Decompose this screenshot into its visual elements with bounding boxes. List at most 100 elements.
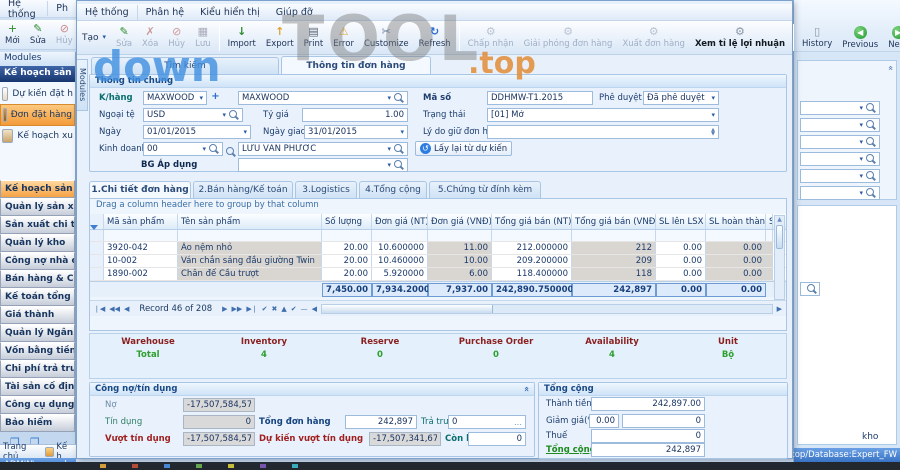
tab-chung-tu[interactable]: 5.Chứng từ đính kèm [429,181,541,198]
spinner-icon[interactable]: ▲▼ [711,128,715,136]
bg-edit-button[interactable]: ✎Sửa [25,20,51,49]
nav-delete-button[interactable]: — [301,305,308,313]
nav-first-button[interactable]: ❘◀ [94,305,105,313]
bg-combo-2[interactable]: ▾ [800,118,880,132]
customer-name-combo[interactable]: MAXWOOD▾ [238,91,408,105]
search-icon[interactable] [866,120,876,130]
import-button[interactable]: ↓Import [223,21,261,54]
col-header[interactable]: Tổng giá bán (VNĐ) [572,214,656,229]
nav-post-button[interactable]: ✔ [262,305,268,313]
filter-row[interactable] [90,230,786,242]
group-button-4[interactable]: Công nợ nhà cun [0,252,75,270]
bg-right-search-box[interactable] [800,282,820,296]
menu-he-thong[interactable]: Hệ thống [77,5,137,20]
scroll-thumb[interactable] [776,225,783,249]
vertical-modules-tab[interactable]: Modules [77,59,88,111]
group-button-2[interactable]: Sản xuất chi tiết [0,216,75,234]
bg-combo-3[interactable]: ▾ [800,135,880,149]
sidebar-item-ke-hoach-xuat[interactable]: Kế hoạch xu [0,126,75,146]
nav-prev-page-button[interactable]: ◀◀ [109,305,120,313]
collapse-chevron-icon[interactable]: « [521,386,531,392]
search-icon[interactable] [866,188,876,198]
hscroll-left-icon[interactable]: ◀ [312,305,317,313]
group-button-8[interactable]: Quản lý Ngân sác [0,324,75,342]
grid-vscrollbar[interactable]: ▲ [774,215,785,300]
group-button-1[interactable]: Quản lý sản xuất [0,198,75,216]
col-header[interactable]: Số lượng [322,214,372,229]
col-header[interactable]: S [766,214,773,229]
previous-button[interactable]: ◀Previous [837,21,883,54]
group-button-5[interactable]: Bán hàng & Công [0,270,75,288]
nav-last-button[interactable]: ▶❘ [246,305,257,313]
rate-input[interactable]: 1.00 [302,108,408,122]
hscroll-right-icon[interactable]: ▶ [777,305,782,313]
group-button-13[interactable]: Bảo hiểm [0,414,75,432]
table-row[interactable]: 1890-002 Chân đế Cầu trượt 20.00 5.92000… [90,268,786,281]
customer-code-combo[interactable]: MAXWOOD▾ [143,91,207,105]
search-icon[interactable] [394,160,404,170]
discount-pct-value[interactable]: 0.00 [589,414,619,428]
grid-hscrollbar[interactable] [321,304,773,314]
prepaid-value[interactable]: 0… [448,415,526,429]
menu-phan-he[interactable]: Phân hệ [137,5,192,20]
col-header[interactable]: Đơn giá (NT) [372,214,428,229]
sales-name-combo[interactable]: LƯU VĂN PHƯỚC▾ [238,142,408,156]
accept-button[interactable]: ⚙Chấp nhận [463,21,519,54]
group-button-11[interactable]: Tài sản cố định [0,378,75,396]
requery-button[interactable]: ↺ Lấy lại từ dự kiến [415,141,512,156]
approve-combo[interactable]: Đã phê duyệt▾ [643,91,719,105]
bg-combo-5[interactable]: ▾ [800,169,880,183]
group-button-3[interactable]: Quản lý kho [0,234,75,252]
taskbar[interactable] [0,462,900,470]
group-button-0[interactable]: Kế hoạch sản xuất [0,180,75,198]
col-header[interactable]: Mã sản phẩm [104,214,178,229]
bg-new-button[interactable]: +Mới [0,20,25,49]
col-header[interactable]: Tên sản phẩm [178,214,322,229]
order-total-value[interactable]: 242,897 [345,415,417,429]
amount-value[interactable]: 242,897.00 [591,397,705,411]
tab-ban-hang-ke-toan[interactable]: 2.Bán hàng/Kế toán [193,181,293,198]
grand-total-value[interactable]: 242,897 [591,443,705,457]
search-icon[interactable] [394,93,404,103]
bg-cancel-button[interactable]: ⊘Hủy [51,20,78,49]
bg-combo-4[interactable]: ▾ [800,152,880,166]
nav-next-button[interactable]: ▶ [222,305,227,313]
tab-logistics[interactable]: 3.Logistics [295,181,357,198]
group-button-10[interactable]: Chi phí trả trước [0,360,75,378]
nav-edit-button[interactable]: ✔ [291,305,297,313]
tab-chi-tiet[interactable]: 1.Chi tiết đơn hàng [89,181,191,198]
search-icon[interactable] [229,110,239,120]
search-icon[interactable] [866,103,876,113]
currency-combo[interactable]: USD▾ [143,108,243,122]
deliver-date-input[interactable]: 31/01/2015▾ [304,125,408,139]
hscroll-thumb[interactable] [322,305,493,313]
add-customer-button[interactable]: + [210,91,221,105]
edit-button[interactable]: ✎Sửa [111,21,137,54]
order-code-input[interactable]: DDHMW-T1.2015 [487,91,593,105]
col-header[interactable]: Đơn giá (VNĐ) [428,214,492,229]
nav-append-button[interactable]: ▲ [281,305,286,313]
menu-kieu-hien-thi[interactable]: Kiểu hiển thị [192,5,268,20]
nav-prev-button[interactable]: ◀ [124,305,129,313]
group-button-6[interactable]: Kế toán tổng hợp [0,288,75,306]
menu-giup-do[interactable]: Giúp đỡ [268,5,321,20]
history-button[interactable]: ▯History [797,21,837,54]
scroll-up-icon[interactable]: ▲ [775,216,784,223]
tab-tong-cong[interactable]: 4.Tổng cộng [359,181,427,198]
group-button-12[interactable]: Công cụ dụng cụ [0,396,75,414]
bg-combo-6[interactable]: ▾ [800,186,880,200]
tab-tim-kiem[interactable]: Tìm kiếm [91,57,279,74]
hold-reason-input[interactable]: ▲▼ [487,125,719,139]
group-button-7[interactable]: Giá thành [0,306,75,324]
nav-cancel-button[interactable]: ✖ [271,305,277,313]
export-order-button[interactable]: ⚙Xuất đơn hàng [617,21,690,54]
sidebar-item-du-kien[interactable]: Dự kiến đặt h [0,84,75,104]
search-icon[interactable] [394,144,404,154]
create-button[interactable]: Tạo▾ [77,21,111,54]
bg-apply-combo[interactable]: ▾ [238,158,408,172]
table-row[interactable]: 3920-042 Áo nệm nhỏ 20.00 10.600000 11.0… [90,242,786,255]
collapse-chevron-icon[interactable]: « [885,65,895,71]
customize-button[interactable]: ✂Customize [359,21,414,54]
cancel-button[interactable]: ⊘Hủy [163,21,190,54]
refresh-button[interactable]: ↻Refresh [414,21,456,54]
